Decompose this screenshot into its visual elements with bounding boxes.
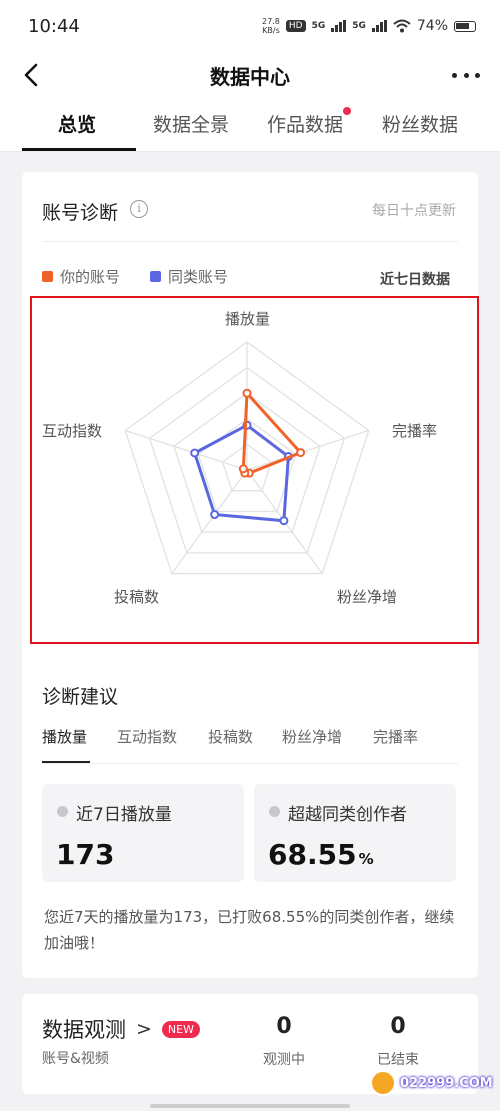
stat-card-beat: 超越同类创作者 68.55%: [254, 784, 456, 882]
suggestion-title: 诊断建议: [42, 686, 119, 708]
home-indicator: [150, 1104, 350, 1108]
signal-icon-2: [371, 20, 387, 32]
stat-value-beat: 68.55%: [268, 838, 374, 871]
tab-fan-data[interactable]: 粉丝数据: [382, 110, 458, 137]
observation-title: 数据观测: [42, 1018, 126, 1042]
stat-label-plays: 近7日播放量: [76, 805, 172, 825]
signal-label-1: 5G: [311, 21, 326, 31]
legend-swatch-mine: [42, 271, 53, 282]
signal-icon: [331, 20, 347, 32]
legend-label-similar: 同类账号: [168, 268, 229, 286]
radar-point-mine: [238, 464, 248, 474]
tab-notification-dot: [343, 107, 351, 115]
stat-dot: [269, 806, 280, 817]
battery-icon: [454, 20, 476, 32]
suggestion-tab-plays[interactable]: 播放量: [42, 726, 87, 747]
suggestion-tabs: 播放量 互动指数 投稿数 粉丝净增 完播率: [42, 726, 458, 764]
battery-percent: 74%: [416, 18, 448, 34]
suggestion-tab-fan-growth[interactable]: 粉丝净增: [282, 726, 342, 747]
stat-dot: [57, 806, 68, 817]
active-tab-indicator: [22, 148, 136, 151]
watermark-text: 022999.COM: [400, 1075, 493, 1091]
page-title: 数据中心: [210, 64, 290, 89]
legend-label-mine: 你的账号: [60, 268, 121, 286]
observation-ended[interactable]: 0 已结束: [358, 1014, 438, 1069]
legend-item-mine: 你的账号: [42, 266, 120, 287]
ended-label: 已结束: [377, 1052, 419, 1068]
radar-series-mine: [241, 391, 303, 475]
stat-value-beat-number: 68.55: [268, 838, 357, 871]
chart-legend: 你的账号 同类账号: [42, 266, 258, 287]
chevron-right-icon: >: [136, 1018, 152, 1040]
status-icons: 27.8 KB/s HD 5G 5G 74%: [262, 17, 476, 35]
tab-data-panorama[interactable]: 数据全景: [153, 110, 229, 137]
watching-label: 观测中: [263, 1052, 305, 1068]
stat-value-plays: 173: [56, 838, 115, 871]
radar-label-completion: 完播率: [392, 422, 438, 440]
radar-label-interaction: 互动指数: [42, 422, 103, 440]
watching-count: 0: [276, 1014, 292, 1039]
wifi-icon: [393, 19, 411, 33]
suggestion-tab-indicator: [42, 761, 90, 763]
diagnosis-title: 账号诊断: [42, 202, 119, 224]
stat-card-plays: 近7日播放量 173: [42, 784, 244, 882]
network-speed: 27.8 KB/s: [262, 17, 280, 35]
update-note: 每日十点更新: [372, 203, 456, 219]
ended-count: 0: [390, 1014, 406, 1039]
account-diagnosis-card: 账号诊断 i 每日十点更新 你的账号 同类账号 近七日数据 播放量 完播率 粉丝…: [22, 172, 479, 978]
radar-axis-line: [171, 469, 248, 574]
radar-label-posts: 投稿数: [114, 588, 160, 606]
observation-subtitle: 账号&视频: [42, 1051, 109, 1067]
suggestion-summary: 您近7天的播放量为173，已打败68.55%的同类创作者，继续加油哦！: [44, 908, 455, 952]
tab-work-data[interactable]: 作品数据: [267, 110, 343, 137]
back-arrow-icon[interactable]: [20, 62, 46, 88]
hd-icon: HD: [285, 20, 306, 32]
radar-point-mine: [296, 448, 306, 458]
radar-chart-highlight: 播放量 完播率 粉丝净增 投稿数 互动指数: [30, 296, 479, 644]
radar-label-plays: 播放量: [225, 310, 271, 328]
radar-point-mine: [242, 388, 252, 398]
radar-point-similar: [210, 510, 220, 520]
legend-item-similar: 同类账号: [150, 266, 228, 287]
signal-label-2: 5G: [352, 21, 366, 31]
tab-overview[interactable]: 总览: [58, 110, 96, 137]
data-period-label: 近七日数据: [380, 272, 450, 288]
watermark-logo-icon: [370, 1070, 396, 1096]
legend-swatch-similar: [150, 271, 162, 282]
nav-bar: 数据中心: [0, 52, 500, 98]
stat-value-beat-unit: %: [358, 850, 374, 868]
status-bar: 10:44 27.8 KB/s HD 5G 5G 74%: [0, 0, 500, 52]
divider: [42, 241, 458, 242]
suggestion-tab-interaction[interactable]: 互动指数: [117, 726, 177, 747]
suggestion-tab-posts[interactable]: 投稿数: [208, 726, 253, 747]
radar-point-similar: [279, 516, 289, 526]
suggestion-tab-completion[interactable]: 完播率: [373, 726, 418, 747]
status-time: 10:44: [28, 15, 80, 37]
radar-point-similar: [190, 448, 200, 458]
observation-watching[interactable]: 0 观测中: [244, 1014, 324, 1069]
stat-label-beat: 超越同类创作者: [288, 805, 407, 825]
radar-axis-line: [246, 429, 369, 471]
observation-header[interactable]: 数据观测 > NEW: [42, 1014, 200, 1044]
network-speed-value: 27.8: [262, 17, 280, 26]
network-speed-unit: KB/s: [262, 26, 280, 35]
radar-label-fan-growth: 粉丝净增: [337, 588, 398, 606]
more-options-icon[interactable]: [452, 62, 480, 88]
top-tabs: 总览 数据全景 作品数据 粉丝数据: [0, 98, 500, 152]
new-badge: NEW: [161, 1020, 200, 1038]
info-icon[interactable]: i: [130, 200, 148, 218]
radar-chart: [124, 341, 370, 575]
watermark: 022999.COM: [370, 1070, 493, 1096]
